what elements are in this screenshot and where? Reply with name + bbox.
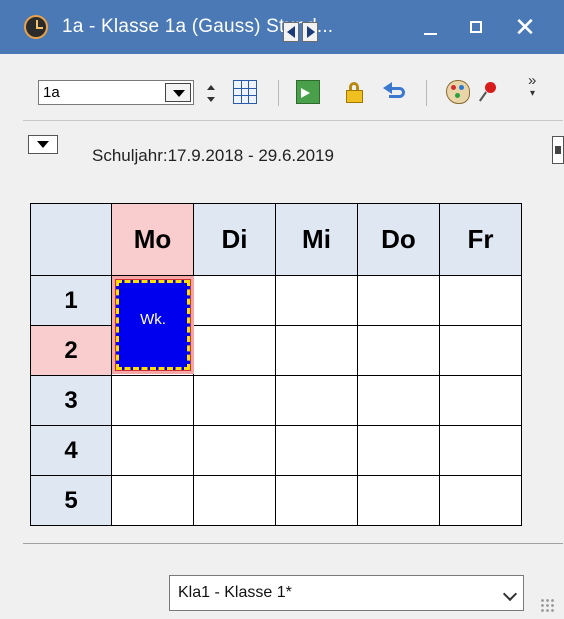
period-row: 2 — [30, 325, 522, 376]
minimize-button[interactable] — [416, 14, 446, 40]
grid-view-icon[interactable] — [233, 80, 257, 104]
side-panel-toggle[interactable] — [552, 136, 564, 164]
pin-icon[interactable] — [476, 80, 500, 104]
spin-up-icon[interactable] — [207, 85, 215, 90]
timetable-slot[interactable] — [275, 275, 358, 326]
day-header-fr[interactable]: Fr — [439, 203, 522, 276]
corner-cell — [30, 203, 112, 276]
timetable-grid: Mo Di Mi Do Fr 1 2 3 4 5 — [30, 203, 522, 526]
dropdown-arrow-icon[interactable] — [165, 83, 191, 102]
next-arrow-icon[interactable] — [302, 22, 318, 42]
toolbar-separator — [278, 80, 279, 106]
timetable-slot[interactable] — [357, 275, 440, 326]
timetable-slot[interactable] — [439, 375, 522, 426]
lesson-label: Wk. — [140, 311, 166, 328]
timetable-slot[interactable] — [439, 325, 522, 376]
period-dropdown[interactable] — [28, 135, 58, 154]
clock-app-icon — [24, 15, 48, 39]
timetable-slot[interactable] — [111, 425, 194, 476]
resize-grip-icon[interactable] — [540, 598, 554, 612]
undo-icon[interactable] — [383, 80, 407, 104]
lesson-block[interactable]: Wk. — [112, 276, 194, 374]
timetable-slot[interactable] — [193, 275, 276, 326]
day-header-mi[interactable]: Mi — [275, 203, 358, 276]
timetable-slot[interactable] — [275, 475, 358, 526]
spin-down-icon[interactable] — [207, 97, 215, 102]
timetable-slot[interactable] — [193, 475, 276, 526]
period-row: 4 — [30, 425, 522, 476]
import-icon[interactable] — [296, 80, 320, 104]
timetable-slot[interactable] — [357, 375, 440, 426]
class-format-value: Kla1 - Klasse 1* — [178, 584, 292, 601]
toolbar-overflow-icon[interactable]: » ▾ — [528, 73, 536, 100]
maximize-button[interactable] — [462, 14, 492, 40]
lesson-card[interactable]: Wk. — [115, 279, 191, 371]
close-button[interactable]: ✕ — [510, 14, 540, 40]
lock-icon[interactable] — [343, 80, 367, 104]
class-format-select[interactable]: Kla1 - Klasse 1* — [169, 575, 524, 611]
day-header-di[interactable]: Di — [193, 203, 276, 276]
timetable-slot[interactable] — [439, 475, 522, 526]
period-header-3[interactable]: 3 — [30, 375, 112, 426]
day-header-do[interactable]: Do — [357, 203, 440, 276]
period-header-5[interactable]: 5 — [30, 475, 112, 526]
period-row: 5 — [30, 475, 522, 526]
class-select[interactable]: 1a — [38, 80, 194, 105]
palette-icon[interactable] — [446, 80, 470, 104]
period-header-2[interactable]: 2 — [30, 325, 112, 376]
class-spinner[interactable] — [205, 82, 219, 106]
timetable-slot[interactable] — [439, 425, 522, 476]
previous-arrow-icon[interactable] — [283, 22, 299, 42]
timetable-slot[interactable] — [357, 475, 440, 526]
class-select-value: 1a — [43, 84, 60, 101]
timetable-slot[interactable] — [275, 375, 358, 426]
schoolyear-label: Schuljahr:17.9.2018 - 29.6.2019 — [92, 146, 334, 165]
navigation-arrows — [283, 22, 318, 42]
toolbar-separator — [426, 80, 427, 106]
timetable-slot[interactable] — [357, 425, 440, 476]
timetable-slot[interactable] — [193, 325, 276, 376]
timetable-slot[interactable] — [111, 375, 194, 426]
timetable-slot[interactable] — [111, 475, 194, 526]
timetable-slot[interactable] — [193, 425, 276, 476]
timetable-window: 1a - Klasse 1a (Gauss) Stund... ✕ 1a » ▾… — [0, 0, 564, 619]
timetable-slot[interactable] — [439, 275, 522, 326]
period-row: 3 — [30, 375, 522, 426]
period-row: 1 — [30, 275, 522, 326]
period-header-1[interactable]: 1 — [30, 275, 112, 326]
timetable-slot[interactable] — [357, 325, 440, 376]
title-bar[interactable]: 1a - Klasse 1a (Gauss) Stund... ✕ — [0, 0, 564, 54]
timetable-slot[interactable] — [275, 325, 358, 376]
timetable-slot[interactable] — [193, 375, 276, 426]
period-header-4[interactable]: 4 — [30, 425, 112, 476]
day-header-mo[interactable]: Mo — [111, 203, 194, 276]
chevron-down-icon[interactable] — [502, 586, 518, 602]
timetable-slot[interactable] — [275, 425, 358, 476]
